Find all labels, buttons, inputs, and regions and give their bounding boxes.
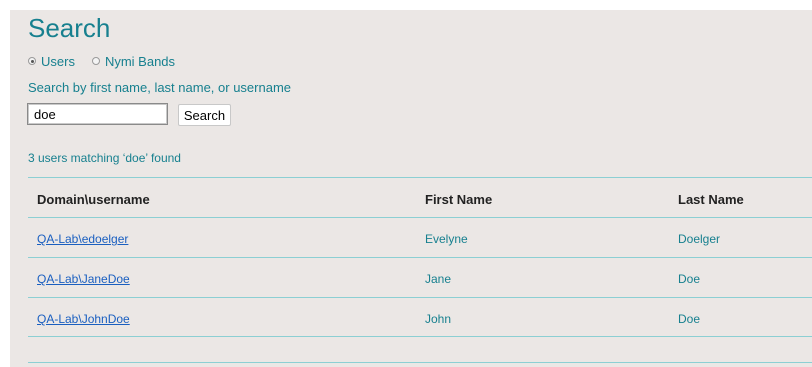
result-count: 3 users matching ‘doe’ found (28, 151, 181, 165)
last-name-cell: Doe (678, 312, 701, 326)
username-link[interactable]: QA-Lab\JohnDoe (37, 312, 130, 326)
table-top-divider (28, 177, 812, 178)
search-panel: Search Users Nymi Bands Search by first … (10, 10, 812, 367)
column-header-last-name: Last Name (678, 192, 744, 207)
row-divider (28, 336, 812, 337)
search-type-radio-group: Users Nymi Bands (28, 53, 192, 69)
radio-users-indicator[interactable] (28, 57, 36, 65)
radio-nymi-bands-label: Nymi Bands (104, 53, 176, 69)
radio-nymi-bands-indicator[interactable] (91, 57, 100, 65)
search-hint: Search by first name, last name, or user… (28, 80, 292, 95)
radio-nymi-bands[interactable]: Nymi Bands (91, 53, 176, 69)
search-input[interactable] (27, 103, 168, 125)
radio-users[interactable]: Users (28, 54, 75, 69)
header-divider (28, 217, 812, 218)
row-divider (28, 297, 812, 298)
first-name-cell: John (425, 312, 452, 326)
username-link[interactable]: QA-Lab\edoelger (37, 232, 128, 246)
row-divider (28, 257, 812, 258)
page-title: Search (28, 13, 111, 43)
first-name-cell: Jane (425, 272, 452, 286)
column-header-first-name: First Name (425, 192, 493, 207)
first-name-cell: Evelyne (425, 232, 468, 246)
last-name-cell: Doelger (678, 232, 721, 246)
last-name-cell: Doe (678, 272, 701, 286)
username-link[interactable]: QA-Lab\JaneDoe (37, 272, 130, 286)
radio-users-label: Users (41, 53, 75, 69)
table-bottom-divider (28, 362, 812, 363)
search-button[interactable]: Search (178, 104, 231, 126)
column-header-username: Domain\username (37, 192, 150, 207)
